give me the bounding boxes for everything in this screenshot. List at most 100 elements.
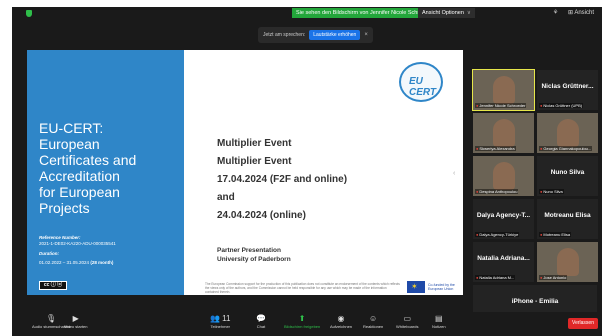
duration-label: Duration: [39,251,59,256]
participant-video [493,119,515,147]
participant-label-text: Skweriya Alexandra [479,146,515,151]
participant-label-text: Natalia Adriana M... [479,275,515,280]
smile-icon: ☺ [369,314,378,323]
shield-icon[interactable] [26,10,32,17]
participant-label: ●Georgia Giannakopoulou... [539,146,593,151]
share-screen-icon: ⬆ [298,314,306,323]
slide-event-lines: Multiplier Event Multiplier Event 17.04.… [217,135,447,225]
slide-title-line: EU-CERT: [39,120,104,136]
meeting-toolbar: 🎙 Audio stummschalten ▶ Video starten 👥 … [12,312,602,336]
view-layout-button[interactable]: ⊞ Ansicht [568,10,594,16]
slide-title-line: European [39,136,100,152]
partner-line: Partner Presentation [217,247,281,254]
participant-tile[interactable]: ●Georgia Giannakopoulou... [536,112,599,154]
participant-label-text: Jose Antonio [543,275,567,280]
participant-label: ●Motreanu Elisa [539,232,572,237]
notes-button[interactable]: ▤ Notizen [432,314,446,330]
participants-button[interactable]: 👥 11 Teilnehmer [210,314,231,330]
participant-tile[interactable]: Dalya Agency-T... ●Dalya Agency-Türkiye [472,198,535,240]
participant-tile[interactable]: ●Despina Anthopoulou [472,155,535,197]
slide-line: 17.04.2024 (F2F and online) [217,174,348,185]
creative-commons-badge: cc ⓘ ⓞ [39,281,67,290]
talking-indicator: Jetzt am sprechen: Lautstärke erhöhen × [258,27,373,43]
slide-line: 24.04.2024 (online) [217,210,306,221]
notes-icon: ▤ [435,314,443,323]
participant-label: ●Dalya Agency-Türkiye [475,232,520,237]
talking-label: Jetzt am sprechen: [263,32,306,38]
reference-value: 2021-1-DE02-KA220-ADU-000035541 [39,241,116,246]
reactions-label: Reaktionen [363,324,384,329]
slide-title: EU-CERT: European Certificates and Accre… [39,120,179,216]
participant-label: ●Jose Antonio [539,275,568,280]
participant-label-text: Niclas Grüttner (UPB) [543,103,583,108]
close-icon[interactable]: × [364,32,368,38]
participant-name: Natalia Adriana... [477,255,530,262]
leave-button[interactable]: Verlassen [568,318,598,329]
share-screen-button[interactable]: ⬆ Bildschirm freigeben [284,314,320,330]
start-video-button[interactable]: ▶ Video starten [64,314,88,330]
record-icon: ◉ [337,314,345,323]
partner-text: Partner Presentation University of Pader… [217,246,291,264]
participant-tile[interactable]: ●Jennifer Nicole Schroeder [472,69,535,111]
participant-label-text: Nuno Silva [543,189,563,194]
participant-tile[interactable]: Niclas Grüttner... ●Niclas Grüttner (UPB… [536,69,599,111]
participant-label: ●Despina Anthopoulou [475,189,519,194]
slide-line: Multiplier Event [217,156,292,167]
participant-tile[interactable]: ●Jose Antonio [536,241,599,283]
chat-label: Chat [256,324,266,329]
view-options-button[interactable]: Ansicht Optionen ∨ [418,8,475,18]
whiteboards-label: Whiteboards [396,324,419,329]
disclaimer-text: The European Commission support for the … [205,282,400,294]
chat-icon: 💬 [256,314,266,323]
top-bar: Sie sehen den Bildschirm von Jennifer Ni… [12,7,602,19]
participant-name: iPhone - Emilia [511,298,559,305]
notes-label: Notizen [432,324,446,329]
record-label: Aufzeichnen [330,324,353,329]
participant-label-text: Jennifer Nicole Schroeder [479,103,526,108]
participant-label: ●Jennifer Nicole Schroeder [475,103,527,108]
eu-cert-logo-text: EU CERT [409,76,437,98]
partner-line: University of Paderborn [217,256,291,263]
participant-label-text: Dalya Agency-Türkiye [479,232,519,237]
video-camera-icon: ▶ [72,314,79,323]
record-button[interactable]: ◉ Aufzeichnen [330,314,352,330]
slide-line: and [217,192,235,203]
participant-tile[interactable]: ●Skweriya Alexandra [472,112,535,154]
reference-label: Reference Number: [39,235,81,240]
participant-name: Dalya Agency-T... [476,212,531,219]
duration-dates: 01.02.2022 – 31.05.2024 [39,260,90,265]
participant-tile[interactable]: Motreanu Elisa ●Motreanu Elisa [536,198,599,240]
whiteboards-button[interactable]: ▭ Whiteboards [396,314,418,330]
participant-name: Nuno Silva [550,169,585,176]
participant-tile[interactable]: Nuno Silva ●Nuno Silva [536,155,599,197]
participants-label: Teilnehmer [210,324,231,329]
eu-flag-icon: ✶ [407,281,425,293]
chevron-left-icon[interactable]: ‹ [453,170,455,177]
participant-video [557,119,579,147]
participant-label: ●Nuno Silva [539,189,564,194]
eu-cert-logo: EU CERT [399,62,443,102]
chevron-down-icon: ∨ [466,10,471,16]
participant-name: Niclas Grüttner... [541,83,594,90]
participant-label: ●Natalia Adriana M... [475,275,516,280]
volume-up-button[interactable]: Lautstärke erhöhen [309,30,361,40]
window-frame: Sie sehen den Bildschirm von Jennifer Ni… [0,0,605,336]
share-screen-label: Bildschirm freigeben [284,324,321,329]
funded-by-text: Co-funded by the European Union [428,283,455,292]
reactions-button[interactable]: ☺ Reaktionen [363,314,383,330]
duration-months: (28 month) [90,260,114,265]
whiteboard-icon: ▭ [403,314,412,323]
view-options-label: Ansicht Optionen [422,10,464,16]
help-icon[interactable]: ⚘ [553,10,558,16]
slide-title-line: Certificates and [39,152,137,168]
participant-tile[interactable]: Natalia Adriana... ●Natalia Adriana M... [472,241,535,283]
participant-label-text: Georgia Giannakopoulou... [543,146,592,151]
shared-slide: EU-CERT: European Certificates and Accre… [27,50,463,295]
participant-video [557,248,579,276]
participant-label-text: Motreanu Elisa [543,232,571,237]
participant-name: Motreanu Elisa [544,212,591,219]
participants-icon: 👥 11 [210,314,231,323]
chat-button[interactable]: 💬 Chat [256,314,266,330]
start-video-label: Video starten [64,324,88,329]
share-banner: Sie sehen den Bildschirm von Jennifer Ni… [292,8,438,18]
